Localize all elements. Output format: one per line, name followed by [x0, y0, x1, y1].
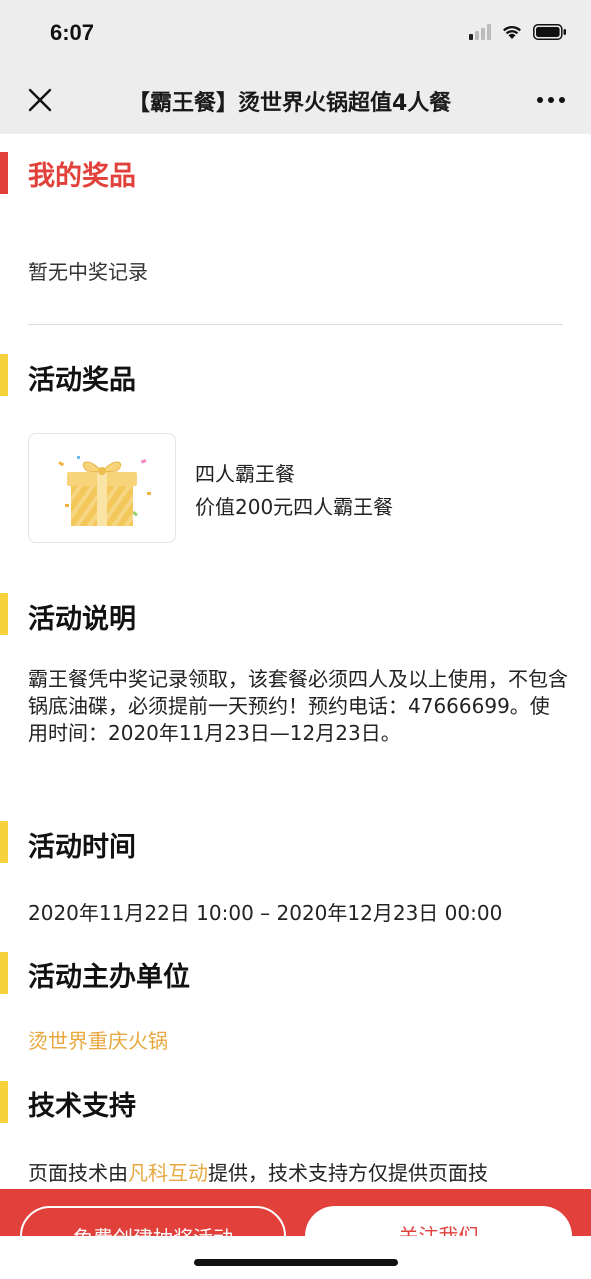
page-title: 【霸王餐】烫世界火锅超值4人餐	[128, 91, 452, 116]
section-title-my-prizes: 我的奖品	[28, 161, 136, 192]
gift-box-icon	[58, 456, 151, 526]
activity-description-text: 霸王餐凭中奖记录领取，该套餐必须四人及以上使用，不包含锅底油碟，必须提前一天预约…	[28, 667, 568, 745]
status-time: 6:07	[50, 20, 95, 45]
section-accent-bar	[0, 1081, 8, 1123]
home-indicator[interactable]	[194, 1259, 398, 1266]
title-fade	[445, 85, 485, 117]
section-title-tech-support: 技术支持	[28, 1091, 136, 1122]
status-icons	[469, 24, 567, 40]
nav-bar: 【霸王餐】烫世界火锅超值4人餐	[0, 66, 591, 134]
battery-icon	[533, 24, 566, 40]
section-accent-bar	[0, 821, 8, 863]
status-bar: 6:07	[0, 0, 591, 66]
section-title-activity-prizes: 活动奖品	[28, 365, 136, 396]
page-content: 我的奖品 暂无中奖记录 活动奖品 四人霸王餐 价值200元四人霸王餐 活动说明 …	[0, 134, 591, 1189]
wifi-icon	[503, 25, 521, 39]
support-suffix: 提供，技术支持方仅提供页面技	[208, 1161, 488, 1185]
organizer-link[interactable]: 烫世界重庆火锅	[28, 1025, 168, 1054]
section-title-activity-desc: 活动说明	[28, 604, 136, 635]
tech-support-text: 页面技术由凡科互动提供，技术支持方仅提供页面技	[28, 1157, 488, 1186]
prize-name: 四人霸王餐	[195, 462, 295, 486]
section-accent-bar	[0, 152, 8, 194]
prize-card[interactable]	[28, 433, 176, 543]
section-title-activity-time: 活动时间	[28, 832, 136, 863]
activity-time-range: 2020年11月22日 10:00 – 2020年12月23日 00:00	[28, 901, 503, 925]
prize-description: 价值200元四人霸王餐	[195, 495, 394, 519]
divider	[28, 324, 563, 325]
section-accent-bar	[0, 593, 8, 635]
more-icon[interactable]	[536, 96, 566, 104]
support-link[interactable]: 凡科互动	[128, 1161, 208, 1185]
close-icon[interactable]	[26, 86, 54, 114]
section-title-organizer: 活动主办单位	[28, 962, 190, 993]
home-indicator-area	[0, 1236, 591, 1279]
signal-icon	[469, 24, 491, 40]
no-prize-text: 暂无中奖记录	[28, 260, 148, 284]
support-prefix: 页面技术由	[28, 1161, 128, 1185]
section-accent-bar	[0, 952, 8, 994]
section-accent-bar	[0, 354, 8, 396]
